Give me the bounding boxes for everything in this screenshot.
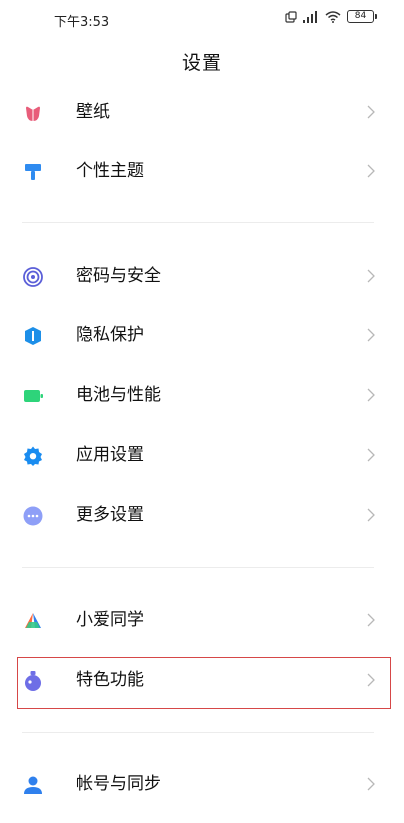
settings-item-privacy[interactable]: 隐私保护 [0, 307, 404, 363]
settings-item-label: 应用设置 [76, 445, 144, 465]
settings-item-label: 壁纸 [76, 102, 110, 122]
wifi-icon [325, 10, 341, 23]
chevron-right-icon [367, 777, 375, 791]
settings-item-account-sync[interactable]: 帐号与同步 [0, 756, 404, 812]
settings-item-xiaoai[interactable]: 小爱同学 [0, 592, 404, 648]
settings-item-wallpaper[interactable]: 壁纸 [0, 84, 404, 140]
settings-item-label: 小爱同学 [76, 610, 144, 630]
sim-icon [285, 10, 297, 23]
gear-icon [24, 446, 42, 466]
chevron-right-icon [367, 328, 375, 342]
theme-icon [25, 164, 41, 180]
settings-item-theme[interactable]: 个性主题 [0, 143, 404, 199]
chevron-right-icon [367, 164, 375, 178]
battery-performance-icon [24, 390, 43, 402]
chevron-right-icon [367, 613, 375, 627]
chevron-right-icon [367, 388, 375, 402]
xiaoai-icon [25, 613, 41, 628]
settings-item-label: 帐号与同步 [76, 774, 161, 794]
battery-icon: 84 [347, 10, 377, 23]
status-bar: 下午3:53 84 [0, 0, 404, 36]
chevron-right-icon [367, 508, 375, 522]
section-divider [22, 567, 374, 568]
battery-level: 84 [354, 11, 367, 21]
chevron-right-icon [367, 105, 375, 119]
settings-item-label: 电池与性能 [76, 385, 161, 405]
settings-item-more-settings[interactable]: 更多设置 [0, 487, 404, 543]
status-time: 下午3:53 [54, 15, 110, 30]
page-title: 设置 [181, 52, 222, 74]
fingerprint-icon [23, 267, 43, 287]
signal-icon [303, 10, 317, 23]
chevron-right-icon [367, 448, 375, 462]
settings-item-label: 更多设置 [76, 505, 144, 525]
section-divider [22, 222, 374, 223]
settings-item-label: 密码与安全 [76, 266, 161, 286]
account-icon [24, 776, 42, 794]
highlight-box [17, 657, 391, 709]
wallpaper-icon [26, 106, 40, 121]
settings-item-label: 个性主题 [76, 161, 144, 181]
chevron-right-icon [367, 269, 375, 283]
settings-item-battery-performance[interactable]: 电池与性能 [0, 367, 404, 423]
settings-item-label: 隐私保护 [76, 325, 144, 345]
settings-item-password-security[interactable]: 密码与安全 [0, 248, 404, 304]
section-divider [22, 732, 374, 733]
more-icon [23, 506, 43, 526]
privacy-icon [25, 327, 41, 345]
settings-item-app-settings[interactable]: 应用设置 [0, 427, 404, 483]
status-icons: 84 [285, 10, 377, 23]
